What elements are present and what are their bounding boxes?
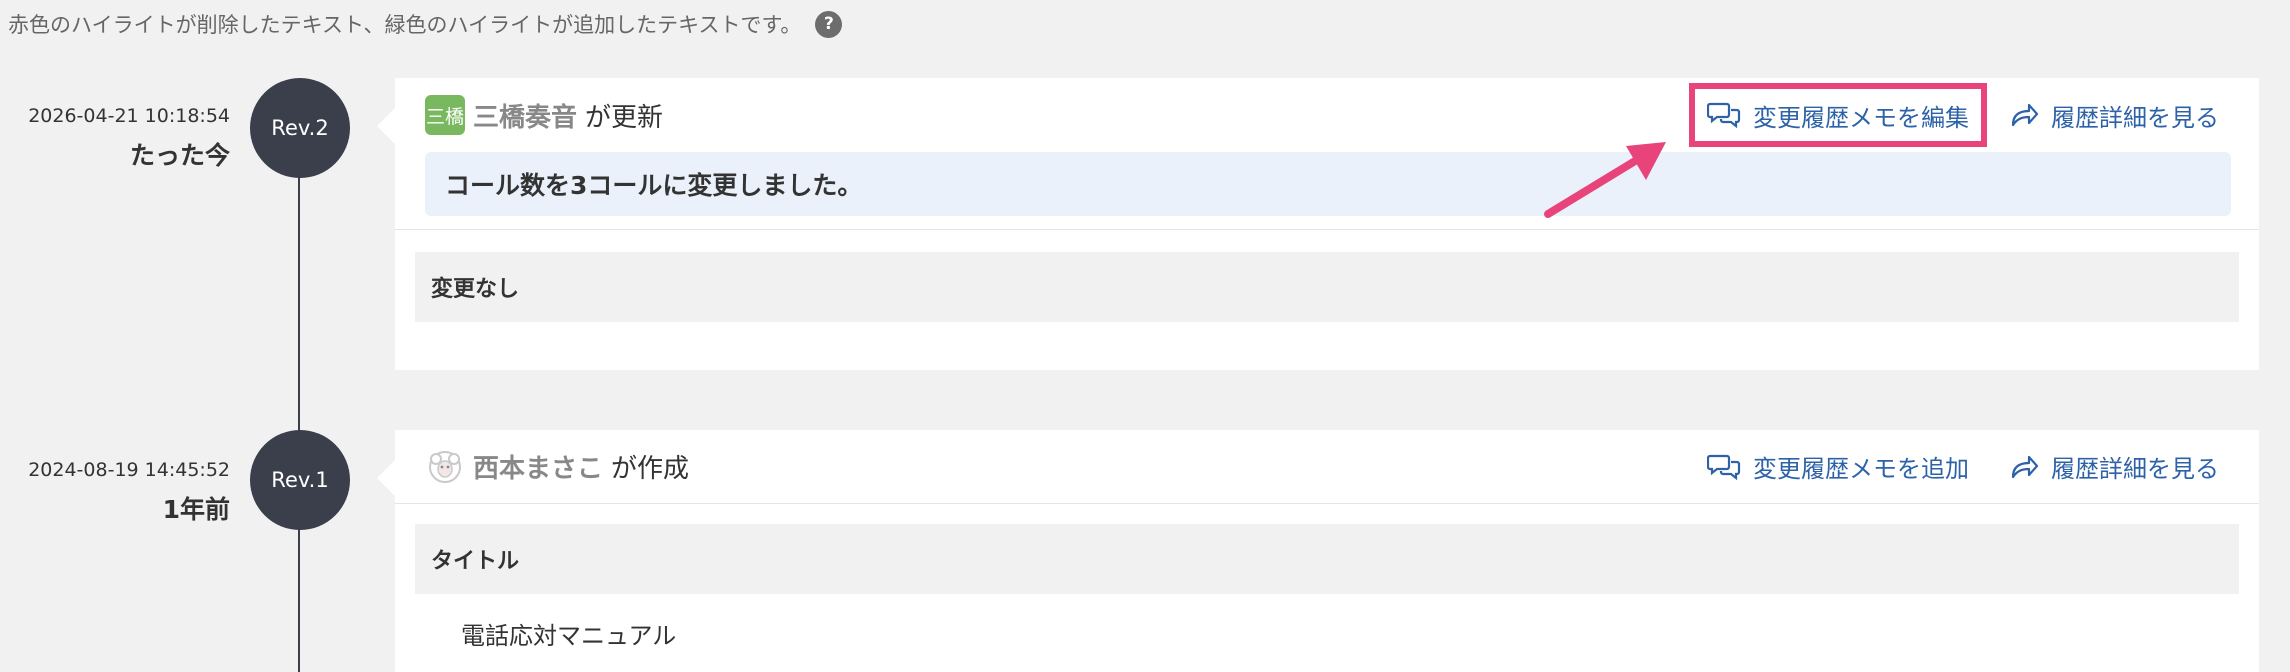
section-title: 変更なし <box>415 252 2239 322</box>
comments-icon <box>1707 454 1741 480</box>
section-title: タイトル <box>415 524 2239 594</box>
view-detail-label: 履歴詳細を見る <box>2051 455 2219 483</box>
revision-card: 三橋 三橋奏音 が更新 変更履歴メモを編集 履歴詳細を見る コール数を3コールに… <box>377 78 2259 370</box>
avatar: 三橋 <box>425 95 465 135</box>
share-arrow-icon <box>2011 103 2039 127</box>
revision-date: 2024-08-19 14:45:52 <box>28 459 230 481</box>
revision-badge: Rev.2 <box>250 78 350 178</box>
add-memo-label: 変更履歴メモを追加 <box>1753 455 1969 483</box>
view-detail-link[interactable]: 履歴詳細を見る <box>1997 435 2231 499</box>
change-memo: コール数を3コールに変更しました。 <box>425 152 2231 216</box>
notice-bar: 赤色のハイライトが削除したテキスト、緑色のハイライトが追加したテキストです。 ? <box>8 8 843 40</box>
help-icon[interactable]: ? <box>815 10 843 38</box>
notice-text: 赤色のハイライトが削除したテキスト、緑色のハイライトが追加したテキストです。 <box>8 13 802 37</box>
revision-actions: 変更履歴メモを編集 履歴詳細を見る <box>1689 83 2231 147</box>
edit-memo-label: 変更履歴メモを編集 <box>1753 103 1969 132</box>
revision-card-header: 三橋 三橋奏音 が更新 変更履歴メモを編集 履歴詳細を見る <box>395 78 2259 152</box>
revision-card-header: 西本まさこ が作成 変更履歴メモを追加 履歴詳細を見る <box>395 430 2259 504</box>
edit-memo-link[interactable]: 変更履歴メモを編集 <box>1689 83 1987 147</box>
comments-icon <box>1707 102 1741 129</box>
user-name[interactable]: 三橋奏音 <box>473 97 577 134</box>
timeline-line <box>298 120 300 672</box>
revision-relative-time: 1年前 <box>162 495 230 524</box>
revision-action: が作成 <box>611 454 690 484</box>
add-memo-link[interactable]: 変更履歴メモを追加 <box>1695 435 1987 499</box>
revision-card: 西本まさこ が作成 変更履歴メモを追加 履歴詳細を見る タイトル 電話応対マニュ… <box>377 430 2259 672</box>
revision-actions: 変更履歴メモを追加 履歴詳細を見る <box>1695 435 2231 499</box>
section-value: 電話応対マニュアル <box>461 622 677 650</box>
user-name[interactable]: 西本まさこ <box>473 448 603 485</box>
revision-relative-time: たった今 <box>129 141 230 170</box>
share-arrow-icon <box>2011 455 2039 478</box>
revision-date: 2026-04-21 10:18:54 <box>28 105 230 127</box>
revision-action: が更新 <box>585 102 664 133</box>
sheep-avatar-icon <box>425 446 465 487</box>
view-detail-link[interactable]: 履歴詳細を見る <box>1997 83 2231 147</box>
view-detail-label: 履歴詳細を見る <box>2051 103 2219 132</box>
revision-badge: Rev.1 <box>250 430 350 530</box>
annotation-arrow <box>1544 142 1666 218</box>
